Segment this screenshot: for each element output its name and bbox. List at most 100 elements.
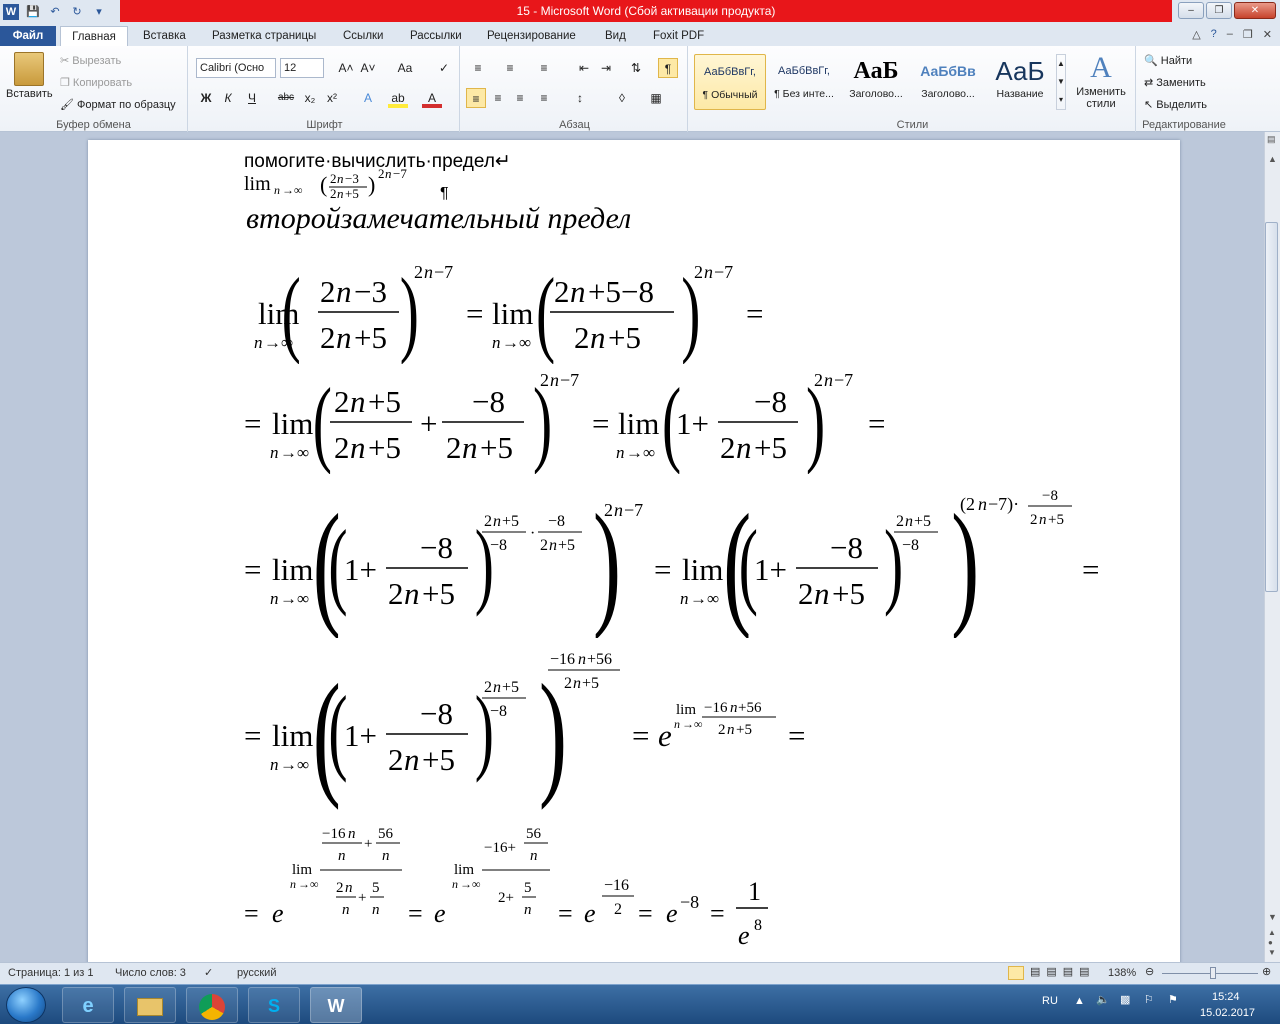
help-icon[interactable]: ? <box>1211 28 1217 41</box>
bold-icon[interactable]: Ж <box>196 88 216 108</box>
shading-icon[interactable]: ◊ <box>612 88 632 108</box>
change-styles-button[interactable]: A Изменить стили <box>1070 50 1132 110</box>
ie-icon[interactable]: e <box>62 987 114 1023</box>
show-hidden-icons-icon[interactable]: ▲ <box>1074 995 1085 1007</box>
cut-button[interactable]: ✂ Вырезать <box>60 54 121 67</box>
subscript-icon[interactable]: x₂ <box>300 88 320 108</box>
style-no-spacing[interactable]: АаБбВвГг, ¶ Без инте... <box>768 54 840 110</box>
font-size-combo[interactable]: 12 <box>280 58 324 78</box>
zoom-slider-thumb[interactable] <box>1210 967 1216 979</box>
vertical-scrollbar[interactable]: ▤ ▲ ▼ ▲ ● ▼ <box>1264 132 1280 962</box>
font-name-combo[interactable]: Calibri (Осно <box>196 58 276 78</box>
borders-icon[interactable]: ▦ <box>646 88 666 108</box>
decrease-indent-icon[interactable]: ⇤ <box>574 58 594 78</box>
numbering-icon[interactable]: ≡ <box>500 58 520 78</box>
print-layout-icon[interactable] <box>1008 966 1024 980</box>
flag-icon[interactable]: ⚑ <box>1168 993 1178 1006</box>
minimize-ribbon-icon[interactable]: △ <box>1192 28 1200 41</box>
close-button[interactable]: ✕ <box>1234 2 1276 19</box>
zoom-level[interactable]: 138% <box>1108 967 1136 979</box>
underline-icon[interactable]: Ч <box>242 88 262 108</box>
word-app-icon[interactable]: W <box>3 4 19 20</box>
svg-text:n: n <box>524 902 532 918</box>
word-count[interactable]: Число слов: 3 <box>115 967 186 979</box>
select-button[interactable]: ↖ Выделить <box>1144 98 1207 111</box>
change-case-icon[interactable]: Aa <box>392 58 418 78</box>
explorer-icon[interactable] <box>124 987 176 1023</box>
tab-foxit-pdf[interactable]: Foxit PDF <box>653 26 704 46</box>
style-heading-1[interactable]: АаБ Заголово... <box>840 54 912 110</box>
copy-button[interactable]: ❐ Копировать <box>60 76 132 89</box>
input-language[interactable]: RU <box>1042 995 1058 1007</box>
ruler-toggle-icon[interactable]: ▤ <box>1267 134 1276 145</box>
show-paragraph-marks-icon[interactable]: ¶ <box>658 58 678 78</box>
align-center-icon[interactable]: ≡ <box>488 88 508 108</box>
increase-indent-icon[interactable]: ⇥ <box>596 58 616 78</box>
svg-text:+5: +5 <box>754 430 787 465</box>
sort-icon[interactable]: ⇅ <box>626 58 646 78</box>
paste-button[interactable]: Вставить <box>6 50 53 100</box>
zoom-in-icon[interactable]: ⊕ <box>1262 965 1271 978</box>
undo-icon[interactable]: ↶ <box>47 4 63 20</box>
document-page[interactable]: помогите·вычислить·предел↵ lim n →∞ ( 2 n −… <box>88 140 1180 962</box>
tab-view[interactable]: Вид <box>605 26 626 46</box>
multilevel-list-icon[interactable]: ≡ <box>534 58 554 78</box>
customize-qat-icon[interactable]: ▾ <box>91 4 107 20</box>
network-icon[interactable]: ▩ <box>1120 993 1130 1006</box>
maximize-button[interactable]: ❐ <box>1206 2 1232 19</box>
clear-formatting-icon[interactable]: ✓ <box>434 58 454 78</box>
skype-icon[interactable]: S <box>248 987 300 1023</box>
action-center-icon[interactable]: ⚐ <box>1144 993 1154 1006</box>
style-title[interactable]: АаБ Название <box>984 54 1056 110</box>
doc-minimize-icon[interactable]: – <box>1227 28 1233 41</box>
format-painter-button[interactable]: 🖌 Формат по образцу <box>60 98 176 111</box>
strikethrough-icon[interactable]: abc <box>276 88 296 108</box>
tab-page-layout[interactable]: Разметка страницы <box>212 26 316 46</box>
highlight-icon[interactable]: ab <box>388 88 408 108</box>
tab-review[interactable]: Рецензирование <box>487 26 576 46</box>
find-button[interactable]: 🔍 Найти <box>1144 54 1192 67</box>
align-right-icon[interactable]: ≡ <box>510 88 530 108</box>
start-button[interactable] <box>6 987 46 1023</box>
volume-icon[interactable]: 🔈 <box>1096 993 1110 1006</box>
proofing-icon[interactable]: ✓ <box>204 966 213 979</box>
line-spacing-icon[interactable]: ↕ <box>570 88 590 108</box>
doc-close-icon[interactable]: ✕ <box>1263 28 1272 41</box>
superscript-icon[interactable]: x² <box>322 88 342 108</box>
justify-icon[interactable]: ≡ <box>534 88 554 108</box>
minimize-button[interactable]: – <box>1178 2 1204 19</box>
tab-references[interactable]: Ссылки <box>343 26 384 46</box>
italic-icon[interactable]: К <box>218 88 238 108</box>
style-heading-2[interactable]: АаБбВв Заголово... <box>912 54 984 110</box>
zoom-out-icon[interactable]: ⊖ <box>1145 965 1154 978</box>
clock-time[interactable]: 15:24 <box>1212 991 1240 1003</box>
scroll-thumb[interactable] <box>1265 222 1278 592</box>
page-count[interactable]: Страница: 1 из 1 <box>8 967 94 979</box>
save-icon[interactable]: 💾 <box>25 4 41 20</box>
align-left-icon[interactable]: ≡ <box>466 88 486 108</box>
language-indicator[interactable]: русский <box>237 967 276 979</box>
word-taskbar-icon[interactable]: W <box>310 987 362 1023</box>
prev-page-icon[interactable]: ▲ <box>1268 928 1276 937</box>
scroll-up-icon[interactable]: ▲ <box>1268 154 1277 164</box>
clock-date[interactable]: 15.02.2017 <box>1200 1007 1255 1019</box>
shrink-font-icon[interactable]: A˅ <box>358 58 378 78</box>
tab-file[interactable]: Файл <box>0 26 56 46</box>
redo-icon[interactable]: ↻ <box>69 4 85 20</box>
view-buttons[interactable]: ▤▤▤▤ <box>1030 965 1096 978</box>
style-normal[interactable]: АаБбВвГг, ¶ Обычный <box>694 54 766 110</box>
grow-font-icon[interactable]: A˄ <box>336 58 356 78</box>
tab-mailings[interactable]: Рассылки <box>410 26 462 46</box>
font-color-icon[interactable]: A <box>422 88 442 108</box>
tab-home[interactable]: Главная <box>60 26 128 46</box>
chrome-icon[interactable] <box>186 987 238 1023</box>
next-page-icon[interactable]: ▼ <box>1268 948 1276 957</box>
doc-restore-icon[interactable]: ❐ <box>1243 28 1253 41</box>
replace-button[interactable]: ⇄ Заменить <box>1144 76 1206 89</box>
text-effects-icon[interactable]: A <box>358 88 378 108</box>
scroll-down-icon[interactable]: ▼ <box>1268 912 1277 922</box>
tab-insert[interactable]: Вставка <box>143 26 186 46</box>
browse-object-icon[interactable]: ● <box>1268 938 1273 947</box>
styles-gallery-scroll[interactable]: ▲ ▼ ▾ <box>1056 54 1066 110</box>
bullets-icon[interactable]: ≡ <box>468 58 488 78</box>
